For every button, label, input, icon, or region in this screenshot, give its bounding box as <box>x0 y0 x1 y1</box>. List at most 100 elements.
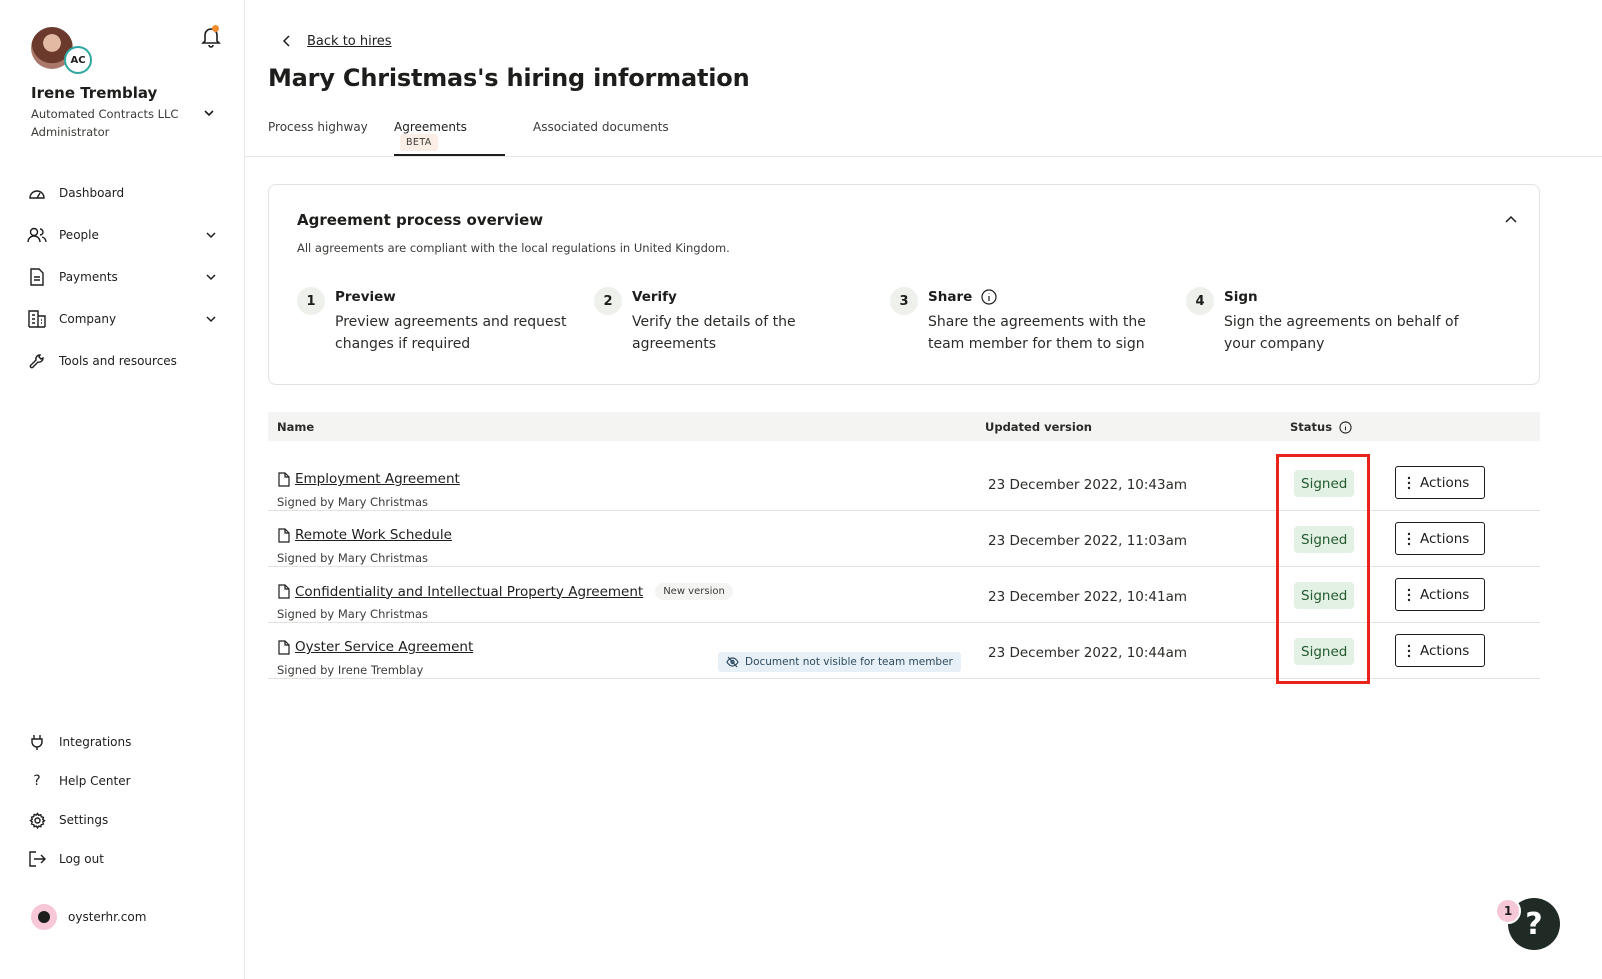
document-icon <box>278 471 290 487</box>
document-name: Employment Agreement <box>295 471 460 487</box>
step-description: Preview agreements and request changes i… <box>335 314 567 352</box>
main-content: Back to hires Mary Christmas's hiring in… <box>245 0 1602 979</box>
document-icon <box>278 584 290 599</box>
sidebar-item-payments[interactable]: Payments <box>27 260 227 294</box>
document-name: Remote Work Schedule <box>295 527 452 543</box>
sidebar-item-integrations[interactable]: Integrations <box>27 725 227 759</box>
tab-label: Process highway <box>268 120 368 134</box>
updated-version: 23 December 2022, 10:43am <box>988 477 1188 493</box>
sidebar-item-label: Settings <box>59 813 109 827</box>
step-title: Preview <box>335 289 396 305</box>
agreement-overview-panel: Agreement process overview All agreement… <box>268 184 1540 385</box>
step-title-text: Share <box>928 289 973 305</box>
sidebar-item-label: Log out <box>59 852 104 866</box>
people-icon <box>27 225 47 245</box>
sidebar-item-settings[interactable]: Settings <box>27 803 227 837</box>
step-title: Sign <box>1224 289 1258 305</box>
chevron-down-icon[interactable] <box>204 270 218 284</box>
sidebar-item-label: Tools and resources <box>59 354 177 368</box>
wrench-icon <box>27 351 47 371</box>
column-header-status-label: Status <box>1290 420 1333 434</box>
actions-button[interactable]: Actions <box>1395 522 1485 555</box>
info-icon[interactable] <box>981 289 997 305</box>
actions-label: Actions <box>1420 530 1470 547</box>
help-count-badge: 1 <box>1495 898 1521 924</box>
sidebar-item-tools[interactable]: Tools and resources <box>27 344 227 378</box>
sidebar-item-log-out[interactable]: Log out <box>27 842 227 876</box>
chevron-up-icon[interactable] <box>1503 212 1519 228</box>
step-title-text: Preview <box>335 289 396 305</box>
oyster-logo <box>31 904 57 930</box>
document-link[interactable]: Confidentiality and Intellectual Propert… <box>278 583 733 600</box>
sidebar-item-dashboard[interactable]: Dashboard <box>27 176 227 210</box>
status-highlight-box <box>1276 454 1370 684</box>
step-number: 4 <box>1186 287 1214 315</box>
signed-by: Signed by Mary Christmas <box>277 607 429 621</box>
signed-by: Signed by Mary Christmas <box>277 551 429 565</box>
more-vertical-icon <box>1407 532 1411 545</box>
actions-button[interactable]: Actions <box>1395 634 1485 667</box>
actions-label: Actions <box>1420 474 1470 491</box>
document-link[interactable]: Remote Work Schedule <box>278 527 452 543</box>
column-header-name: Name <box>277 420 315 434</box>
step-number: 1 <box>297 287 325 315</box>
beta-badge: BETA <box>400 134 438 151</box>
sidebar-item-label: Company <box>59 312 117 326</box>
updated-version: 23 December 2022, 11:03am <box>988 533 1188 549</box>
new-version-tag: New version <box>655 583 733 600</box>
info-icon[interactable] <box>1339 420 1352 434</box>
page-title: Mary Christmas's hiring information <box>268 64 750 92</box>
tab-label: Agreements <box>394 120 467 134</box>
company-icon <box>27 309 47 329</box>
sidebar-item-help-center[interactable]: ? Help Center <box>27 764 227 798</box>
document-link[interactable]: Oyster Service Agreement <box>278 639 473 655</box>
step-title: Share <box>928 289 997 305</box>
document-name: Oyster Service Agreement <box>295 639 474 655</box>
tab-process-highway[interactable]: Process highway <box>268 120 368 156</box>
visibility-notice: Document not visible for team member <box>718 652 961 672</box>
bell-icon[interactable] <box>199 24 223 50</box>
signed-by: Signed by Mary Christmas <box>277 495 429 509</box>
document-name: Confidentiality and Intellectual Propert… <box>295 583 644 600</box>
company-badge: AC <box>64 46 92 74</box>
plug-icon <box>27 732 47 752</box>
actions-button[interactable]: Actions <box>1395 578 1485 611</box>
more-vertical-icon <box>1407 588 1411 601</box>
column-header-status: Status <box>1290 420 1352 434</box>
sidebar-item-label: Dashboard <box>59 186 125 200</box>
step-description: Share the agreements with the team membe… <box>928 314 1146 352</box>
chevron-down-icon[interactable] <box>202 106 216 120</box>
step-title-text: Verify <box>632 289 677 305</box>
chevron-down-icon[interactable] <box>204 312 218 326</box>
dashboard-icon <box>27 183 47 203</box>
sidebar-item-label: Help Center <box>59 774 131 788</box>
logout-icon <box>27 849 47 869</box>
table-header: Name Updated version Status <box>268 412 1540 441</box>
sidebar-item-label: People <box>59 228 99 242</box>
step-title-text: Sign <box>1224 289 1258 305</box>
document-link[interactable]: Employment Agreement <box>278 471 460 487</box>
updated-version: 23 December 2022, 10:44am <box>988 645 1188 661</box>
payments-icon <box>27 267 47 287</box>
tab-agreements[interactable]: AgreementsBETA <box>394 120 505 156</box>
sidebar-item-company[interactable]: Company <box>27 302 227 336</box>
tab-bar: Process highway AgreementsBETA Associate… <box>245 110 1602 157</box>
notification-dot <box>212 25 219 32</box>
step-number: 2 <box>594 287 622 315</box>
user-role: Administrator <box>31 125 110 139</box>
site-link[interactable]: oysterhr.com <box>68 910 146 924</box>
actions-button[interactable]: Actions <box>1395 466 1485 499</box>
document-icon <box>278 639 290 655</box>
actions-label: Actions <box>1420 586 1470 603</box>
sidebar-item-people[interactable]: People <box>27 218 227 252</box>
actions-label: Actions <box>1420 642 1470 659</box>
back-link-label: Back to hires <box>307 33 392 49</box>
back-link[interactable]: Back to hires <box>279 33 392 49</box>
sidebar-item-label: Payments <box>59 270 118 284</box>
tab-associated-documents[interactable]: Associated documents <box>533 120 669 156</box>
chevron-down-icon[interactable] <box>204 228 218 242</box>
signed-by: Signed by Irene Tremblay <box>277 663 424 677</box>
updated-version: 23 December 2022, 10:41am <box>988 589 1188 605</box>
document-icon <box>278 527 290 543</box>
question-icon: ? <box>33 773 41 789</box>
